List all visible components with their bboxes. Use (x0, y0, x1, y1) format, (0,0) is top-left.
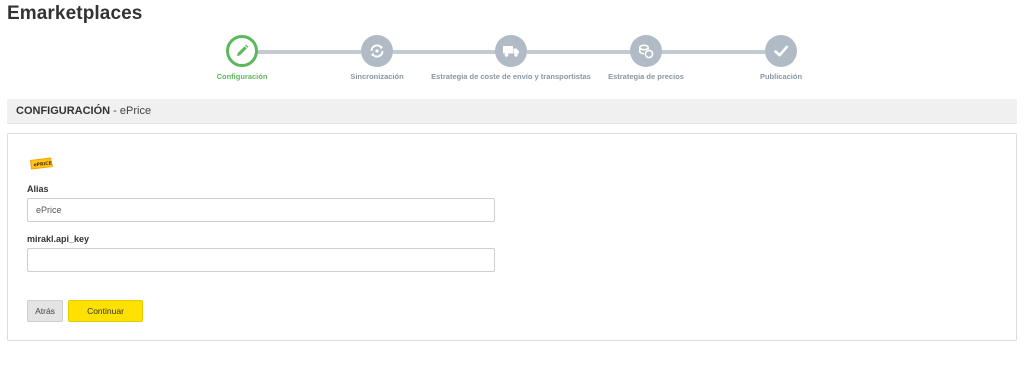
eprice-logo: ePRICE (30, 157, 53, 170)
step-label-sincronizacion: Sincronización (350, 72, 404, 81)
alias-input[interactable] (27, 198, 495, 222)
step-estrategia-precios[interactable] (630, 35, 662, 67)
step-label-estrategia-precios: Estrategia de precios (608, 72, 684, 81)
config-panel: ePRICE Alias mirakl.api_key Atrás Contin… (7, 133, 1017, 341)
step-label-configuracion: Configuración (216, 72, 268, 81)
step-connector (527, 50, 631, 54)
step-estrategia-envio[interactable] (495, 35, 527, 67)
step-configuracion[interactable] (226, 35, 258, 67)
step-publicacion[interactable] (765, 35, 797, 67)
api-key-input[interactable] (27, 248, 495, 272)
continue-button[interactable]: Continuar (68, 300, 143, 322)
back-button[interactable]: Atrás (27, 300, 63, 322)
section-header: CONFIGURACIÓN - ePrice (7, 99, 1017, 124)
pencil-icon (237, 44, 249, 56)
alias-label: Alias (27, 184, 49, 194)
section-title: CONFIGURACIÓN (16, 105, 111, 117)
step-connector (257, 50, 361, 54)
step-label-publicacion: Publicación (759, 72, 803, 81)
step-label-estrategia-envio: Estrategia de coste de envío y transport… (431, 72, 591, 81)
step-connector (393, 50, 497, 54)
check-icon (774, 45, 789, 57)
sync-icon (370, 44, 384, 58)
step-connector (661, 50, 767, 54)
section-subtitle: - ePrice (113, 105, 152, 117)
api-key-label: mirakl.api_key (27, 234, 90, 244)
step-sincronizacion[interactable] (361, 35, 393, 67)
wizard-stepper: Configuración Sincronización Estrategia … (0, 34, 1024, 84)
truck-icon (503, 46, 519, 57)
coins-icon (639, 44, 654, 59)
page-title: Emarketplaces (7, 3, 143, 24)
